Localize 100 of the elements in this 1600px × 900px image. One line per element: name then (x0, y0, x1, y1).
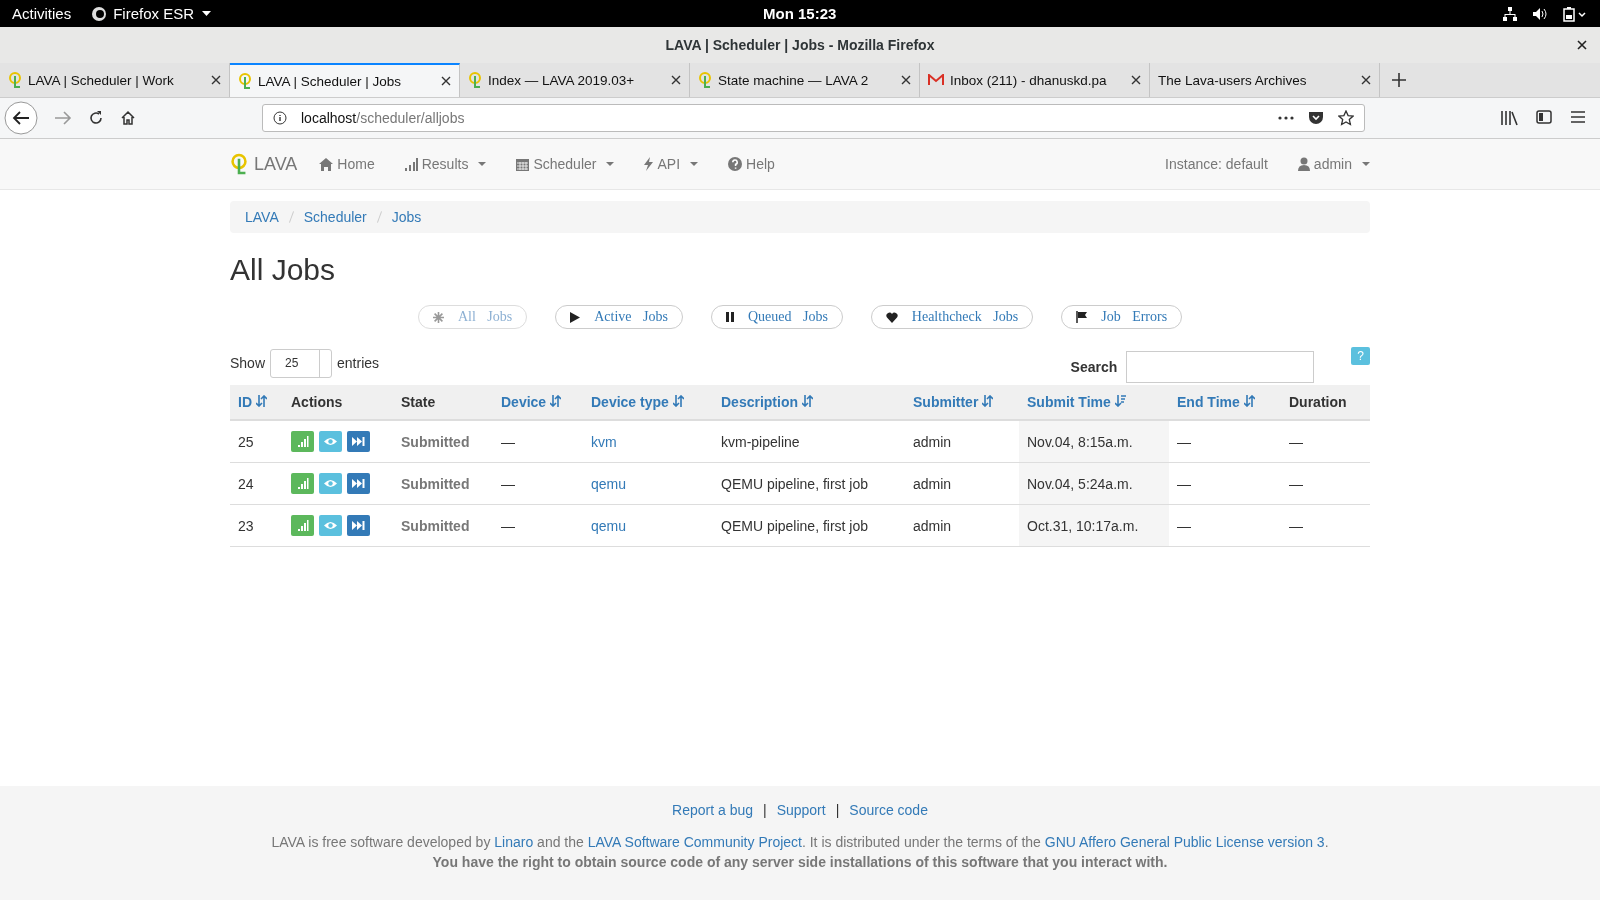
license-link[interactable]: GNU Affero General Public License version 3 (1044, 834, 1325, 850)
close-icon[interactable] (1361, 75, 1371, 85)
skip-button[interactable] (347, 515, 370, 536)
pause-icon (725, 312, 734, 322)
close-icon[interactable] (441, 76, 451, 86)
table-cell: 24 (230, 462, 283, 505)
star-icon[interactable] (1338, 110, 1354, 126)
asterisk-icon (432, 311, 444, 323)
column-header[interactable]: Device (493, 385, 583, 420)
table-cell: Submitted (393, 462, 493, 505)
clock[interactable]: Mon 15:23 (763, 5, 837, 22)
info-icon (273, 111, 287, 125)
table-cell: QEMU pipeline, first job (713, 462, 905, 505)
nav-link[interactable]: Results (404, 156, 487, 172)
new-tab-icon[interactable] (1392, 73, 1406, 87)
table-cell: Nov.04, 8:15a.m. (1019, 420, 1169, 463)
window-title: LAVA | Scheduler | Jobs - Mozilla Firefox (665, 37, 935, 53)
license-link[interactable]: LAVA Software Community Project (587, 834, 802, 850)
column-header[interactable]: End Time (1169, 385, 1281, 420)
calendar-icon (516, 157, 530, 171)
entries-label: entries (337, 355, 380, 371)
lava-logo-icon (8, 72, 22, 88)
column-header[interactable]: Device type (583, 385, 713, 420)
caret-icon (1362, 162, 1370, 166)
skip-button[interactable] (347, 473, 370, 494)
caret-icon (202, 11, 212, 16)
bar-chart-icon (404, 157, 418, 171)
reload-icon[interactable] (88, 110, 104, 126)
user-menu[interactable]: admin (1297, 156, 1370, 172)
browser-tab[interactable]: Index — LAVA 2019.03+ (460, 63, 690, 97)
play-icon (570, 311, 581, 323)
home-icon (319, 157, 334, 171)
browser-tab[interactable]: Inbox (211) - dhanuskd.pa (920, 63, 1150, 97)
breadcrumb-link[interactable]: LAVA (245, 209, 279, 225)
app-menu[interactable]: Firefox ESR (91, 5, 212, 22)
column-header[interactable]: Submitter (905, 385, 1019, 420)
address-bar[interactable]: localhost/scheduler/alljobs (262, 104, 1365, 132)
network-icon[interactable] (1502, 5, 1518, 22)
lava-logo-icon (230, 153, 248, 175)
table-cell: — (1169, 420, 1281, 463)
nav-link[interactable]: API (644, 156, 699, 172)
browser-tab[interactable]: LAVA | Scheduler | Jobs (230, 63, 460, 97)
show-label: Show (230, 355, 266, 371)
back-icon[interactable] (4, 101, 38, 135)
table-cell: Oct.31, 10:17a.m. (1019, 504, 1169, 547)
column-header: Duration (1281, 385, 1370, 420)
lava-logo-icon (468, 72, 482, 88)
table-cell: — (493, 462, 583, 505)
table-cell: — (1169, 462, 1281, 505)
entries-select[interactable]: 25 (270, 348, 333, 378)
menu-icon[interactable] (1570, 110, 1586, 124)
device-type-link[interactable]: kvm (583, 420, 713, 463)
close-icon[interactable] (211, 75, 221, 85)
close-icon[interactable] (1131, 75, 1141, 85)
more-icon[interactable] (1278, 116, 1294, 120)
sidebar-icon[interactable] (1536, 110, 1552, 124)
table-cell: Submitted (393, 420, 493, 463)
table-cell: QEMU pipeline, first job (713, 504, 905, 547)
browser-tab[interactable]: State machine — LAVA 2 (690, 63, 920, 97)
license-link[interactable]: Linaro (494, 834, 534, 850)
instance-label: Instance: default (1165, 156, 1268, 172)
pocket-icon[interactable] (1308, 110, 1324, 126)
close-icon[interactable] (671, 75, 681, 85)
heart-icon (885, 311, 898, 323)
library-icon[interactable] (1500, 110, 1518, 126)
column-header[interactable]: Submit Time (1019, 385, 1169, 420)
device-type-link[interactable]: qemu (583, 462, 713, 505)
footer-link[interactable]: Support (776, 802, 826, 818)
close-icon[interactable] (1577, 40, 1587, 50)
forward-icon[interactable] (54, 110, 72, 126)
activities-button[interactable]: Activities (12, 5, 72, 22)
skip-button[interactable] (347, 431, 370, 452)
search-label: Search (1070, 359, 1118, 375)
nav-link[interactable]: Scheduler (516, 156, 615, 172)
footer-link[interactable]: Source code (849, 802, 928, 818)
nav-link[interactable]: Home (319, 156, 375, 172)
nav-link[interactable]: Help (728, 156, 775, 172)
user-icon (1297, 157, 1310, 171)
battery-icon[interactable] (1562, 5, 1588, 22)
table-cell: — (493, 504, 583, 547)
column-header[interactable]: ID (230, 385, 283, 420)
footer-link[interactable]: Report a bug (672, 802, 753, 818)
breadcrumb-link[interactable]: Scheduler (303, 209, 367, 225)
home-icon[interactable] (120, 110, 136, 126)
help-icon (728, 157, 743, 171)
table-cell: — (1169, 504, 1281, 547)
search-field[interactable] (1126, 351, 1315, 383)
mail-icon (928, 74, 944, 86)
column-header[interactable]: Description (713, 385, 905, 420)
breadcrumb-link[interactable]: Jobs (391, 209, 422, 225)
table-cell: — (1281, 504, 1370, 547)
close-icon[interactable] (901, 75, 911, 85)
table-cell: 23 (230, 504, 283, 547)
lightning-icon (644, 157, 654, 171)
device-type-link[interactable]: qemu (583, 504, 713, 547)
browser-tab[interactable]: The Lava-users Archives (1150, 63, 1380, 97)
separator-text: | (763, 802, 767, 818)
lava-brand[interactable]: LAVA (230, 153, 298, 175)
flag-icon (1076, 311, 1088, 323)
column-header: Actions (283, 385, 393, 420)
